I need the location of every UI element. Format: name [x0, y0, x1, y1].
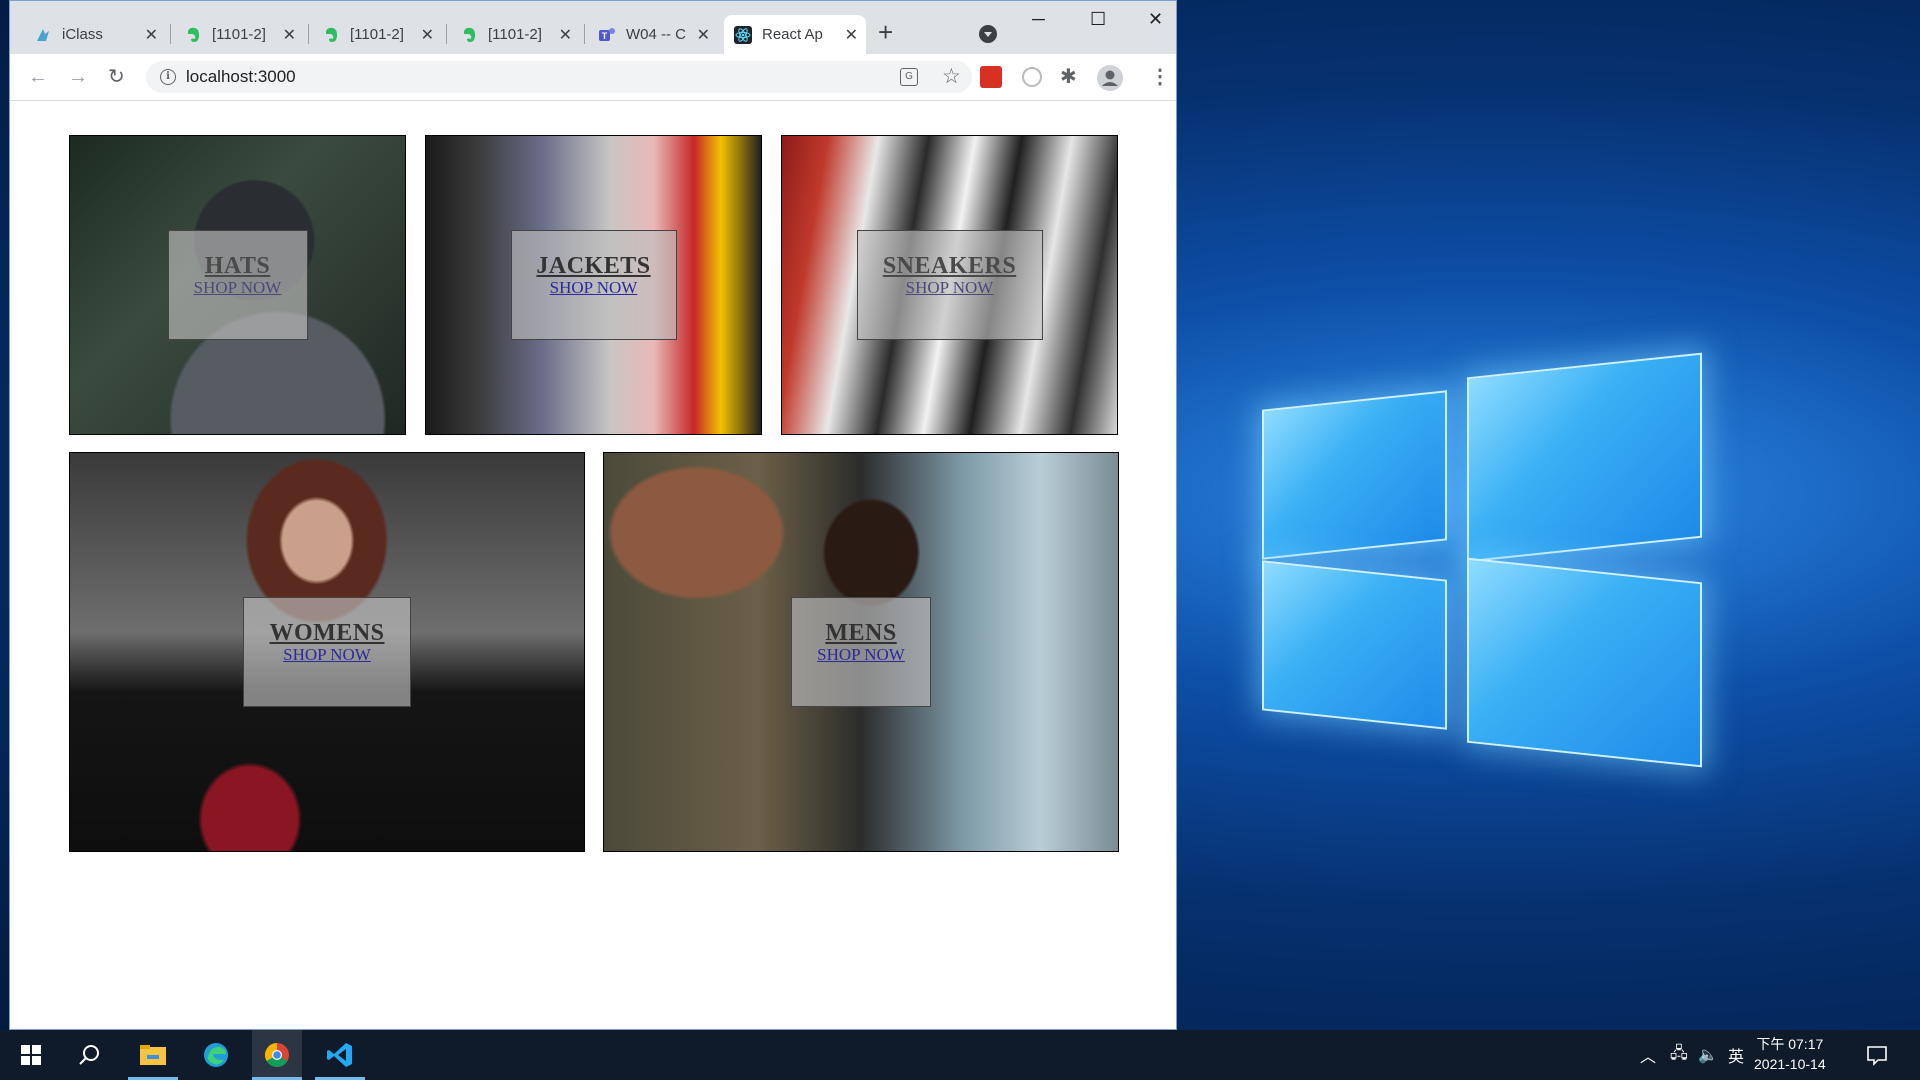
maximize-button[interactable]: ☐ [1090, 9, 1106, 30]
close-icon[interactable]: ✕ [559, 25, 572, 45]
menu-item-content: SNEAKERS SHOP NOW [856, 230, 1043, 340]
show-hidden-icons-chevron-icon[interactable]: ︿ [1640, 1030, 1656, 1080]
close-icon[interactable]: ✕ [145, 25, 158, 45]
network-icon[interactable]: 🖧 [1670, 1030, 1688, 1080]
clock-time: 下午 07:17 [1756, 1036, 1824, 1052]
file-explorer-button[interactable] [128, 1030, 178, 1080]
menu-item-content: JACKETS SHOP NOW [510, 230, 677, 340]
tab-evernote-3[interactable]: [1101-2] ✕ [450, 15, 580, 54]
menu-item-title: WOMENS [269, 620, 385, 646]
tab-title: [1101-2] [488, 26, 542, 43]
evernote-icon [184, 26, 202, 44]
close-window-button[interactable]: ✕ [1148, 9, 1163, 30]
extension-icon[interactable] [980, 66, 1002, 88]
new-tab-button[interactable]: + [878, 17, 893, 48]
close-icon[interactable]: ✕ [283, 25, 296, 45]
tab-title: React Ap [762, 26, 823, 43]
forward-icon[interactable]: → [68, 66, 88, 88]
menu-item-womens[interactable]: WOMENS SHOP NOW [69, 452, 585, 852]
close-icon[interactable]: ✕ [697, 25, 710, 45]
menu-item-content: WOMENS SHOP NOW [243, 597, 411, 707]
minimize-button[interactable]: ─ [1032, 9, 1045, 30]
start-icon [21, 1045, 41, 1065]
edge-icon [204, 1043, 228, 1067]
chrome-button[interactable] [252, 1030, 302, 1080]
taskbar-clock[interactable]: 下午 07:17 2021-10-14 [1754, 1034, 1826, 1074]
shop-now-link[interactable]: SHOP NOW [194, 279, 282, 297]
site-info-icon[interactable]: i [160, 69, 176, 85]
menu-item-content: HATS SHOP NOW [167, 230, 308, 340]
windows-logo-pane [1262, 390, 1447, 560]
back-icon[interactable]: ← [28, 66, 48, 88]
translate-icon[interactable]: G [900, 68, 918, 86]
tab-strip: iClass ✕ [1101-2] ✕ [1101-2] ✕ [1101-2] … [10, 1, 1176, 54]
tab-react-app[interactable]: React Ap ✕ [724, 15, 866, 54]
url-text[interactable]: localhost:3000 [186, 67, 296, 87]
ime-indicator[interactable]: 英 [1728, 1030, 1744, 1080]
volume-icon[interactable]: 🔈 [1698, 1030, 1718, 1080]
menu-item-sneakers[interactable]: SNEAKERS SHOP NOW [781, 135, 1118, 435]
chrome-icon [264, 1043, 289, 1068]
tab-separator [446, 24, 447, 44]
browser-window: iClass ✕ [1101-2] ✕ [1101-2] ✕ [1101-2] … [9, 0, 1177, 1030]
menu-item-title: HATS [204, 253, 271, 279]
menu-item-hats[interactable]: HATS SHOP NOW [69, 135, 406, 435]
edge-button[interactable] [191, 1030, 241, 1080]
windows-taskbar: ︿ 🖧 🔈 英 下午 07:17 2021-10-14 [0, 1030, 1920, 1080]
puzzle-extensions-icon[interactable]: ✱ [1060, 66, 1077, 88]
tab-title: iClass [62, 26, 103, 43]
menu-item-content: MENS SHOP NOW [791, 597, 931, 707]
tab-separator [308, 24, 309, 44]
close-icon[interactable]: ✕ [845, 25, 858, 45]
shop-now-link[interactable]: SHOP NOW [906, 279, 994, 297]
menu-item-mens[interactable]: MENS SHOP NOW [603, 452, 1119, 852]
evernote-icon [322, 26, 340, 44]
bookmark-star-icon[interactable]: ☆ [942, 64, 961, 89]
tab-evernote-1[interactable]: [1101-2] ✕ [174, 15, 304, 54]
kebab-menu-icon[interactable]: ⋮ [1150, 66, 1170, 88]
windows-logo-pane [1262, 560, 1447, 730]
shop-now-link[interactable]: SHOP NOW [550, 279, 638, 297]
menu-item-title: MENS [825, 620, 897, 646]
tab-title: [1101-2] [212, 26, 266, 43]
svg-text:T: T [602, 31, 608, 41]
tab-iclass[interactable]: iClass ✕ [24, 15, 166, 54]
address-bar[interactable]: i localhost:3000 G ☆ [146, 61, 972, 93]
browser-toolbar: ← → ↻ i localhost:3000 G ☆ ✱ ⋮ [10, 54, 1176, 101]
tab-search-icon[interactable] [979, 25, 997, 43]
action-center-icon[interactable] [1866, 1030, 1888, 1080]
close-icon[interactable]: ✕ [421, 25, 434, 45]
shop-now-link[interactable]: SHOP NOW [817, 646, 905, 664]
tab-evernote-2[interactable]: [1101-2] ✕ [312, 15, 442, 54]
search-icon [79, 1045, 99, 1065]
menu-item-title: JACKETS [536, 253, 651, 279]
tab-title: W04 -- C [626, 26, 686, 43]
tab-teams[interactable]: T W04 -- C ✕ [588, 15, 718, 54]
extension-icon[interactable] [1022, 67, 1042, 87]
windows-logo [1262, 345, 1717, 785]
iclass-icon [34, 26, 52, 44]
tab-title: [1101-2] [350, 26, 404, 43]
clock-date: 2021-10-14 [1754, 1056, 1826, 1072]
vscode-button[interactable] [315, 1030, 365, 1080]
file-explorer-icon [140, 1045, 166, 1065]
evernote-icon [460, 26, 478, 44]
profile-avatar[interactable] [1097, 65, 1123, 91]
teams-icon: T [598, 26, 616, 44]
menu-item-title: SNEAKERS [882, 253, 1017, 279]
tab-separator [170, 24, 171, 44]
tab-separator [584, 24, 585, 44]
windows-logo-pane [1467, 352, 1702, 563]
start-button[interactable] [6, 1030, 56, 1080]
menu-item-jackets[interactable]: JACKETS SHOP NOW [425, 135, 762, 435]
search-button[interactable] [64, 1030, 114, 1080]
page-content: HATS SHOP NOW JACKETS SHOP NOW SNEAKERS … [10, 102, 1176, 1029]
react-icon [734, 25, 752, 44]
windows-logo-pane [1467, 557, 1702, 768]
reload-icon[interactable]: ↻ [108, 66, 125, 88]
vscode-icon [327, 1043, 352, 1067]
shop-now-link[interactable]: SHOP NOW [283, 646, 371, 664]
